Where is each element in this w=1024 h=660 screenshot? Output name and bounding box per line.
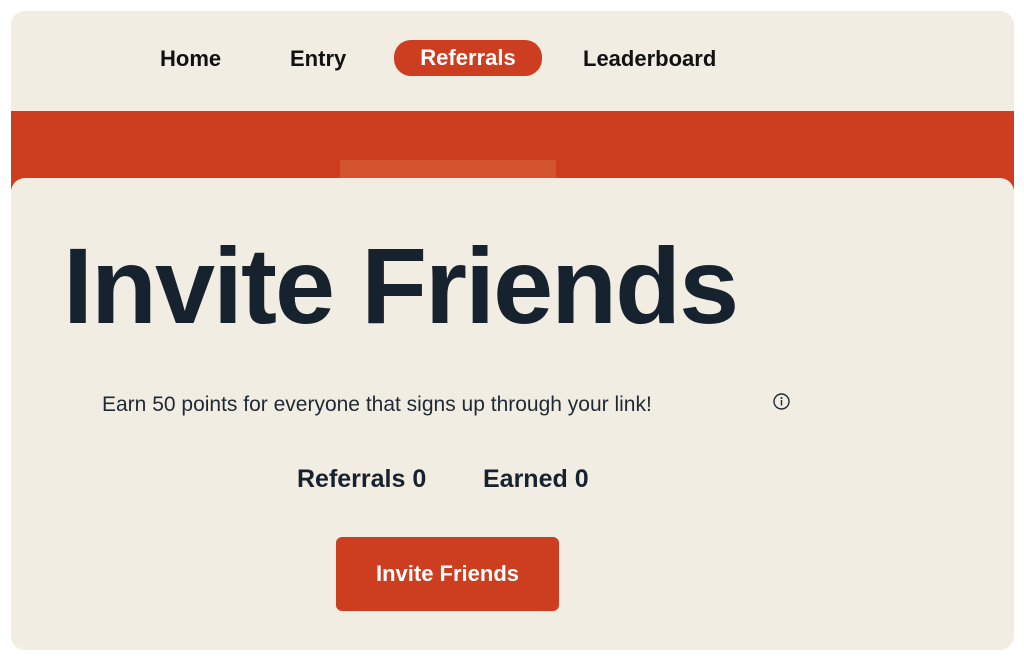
referrals-value: 0 [412, 465, 427, 493]
earned-count: Earned 0 [483, 463, 589, 495]
page-frame: Home Entry Referrals Leaderboard Invite … [11, 11, 1014, 650]
referrals-label: Referrals [297, 465, 406, 493]
info-circle-icon[interactable] [773, 393, 790, 410]
nav-item-home[interactable]: Home [160, 42, 221, 76]
nav-item-referrals[interactable]: Referrals [394, 40, 542, 76]
nav-item-leaderboard[interactable]: Leaderboard [583, 42, 716, 76]
page-title: Invite Friends [63, 225, 739, 346]
invite-friends-button[interactable]: Invite Friends [336, 537, 559, 611]
referral-description: Earn 50 points for everyone that signs u… [102, 393, 652, 416]
referrals-count: Referrals 0 [297, 463, 426, 495]
earned-label: Earned [483, 465, 568, 493]
top-navigation: Home Entry Referrals Leaderboard [11, 11, 1014, 111]
nav-item-entry[interactable]: Entry [290, 42, 346, 76]
earned-value: 0 [574, 465, 589, 493]
